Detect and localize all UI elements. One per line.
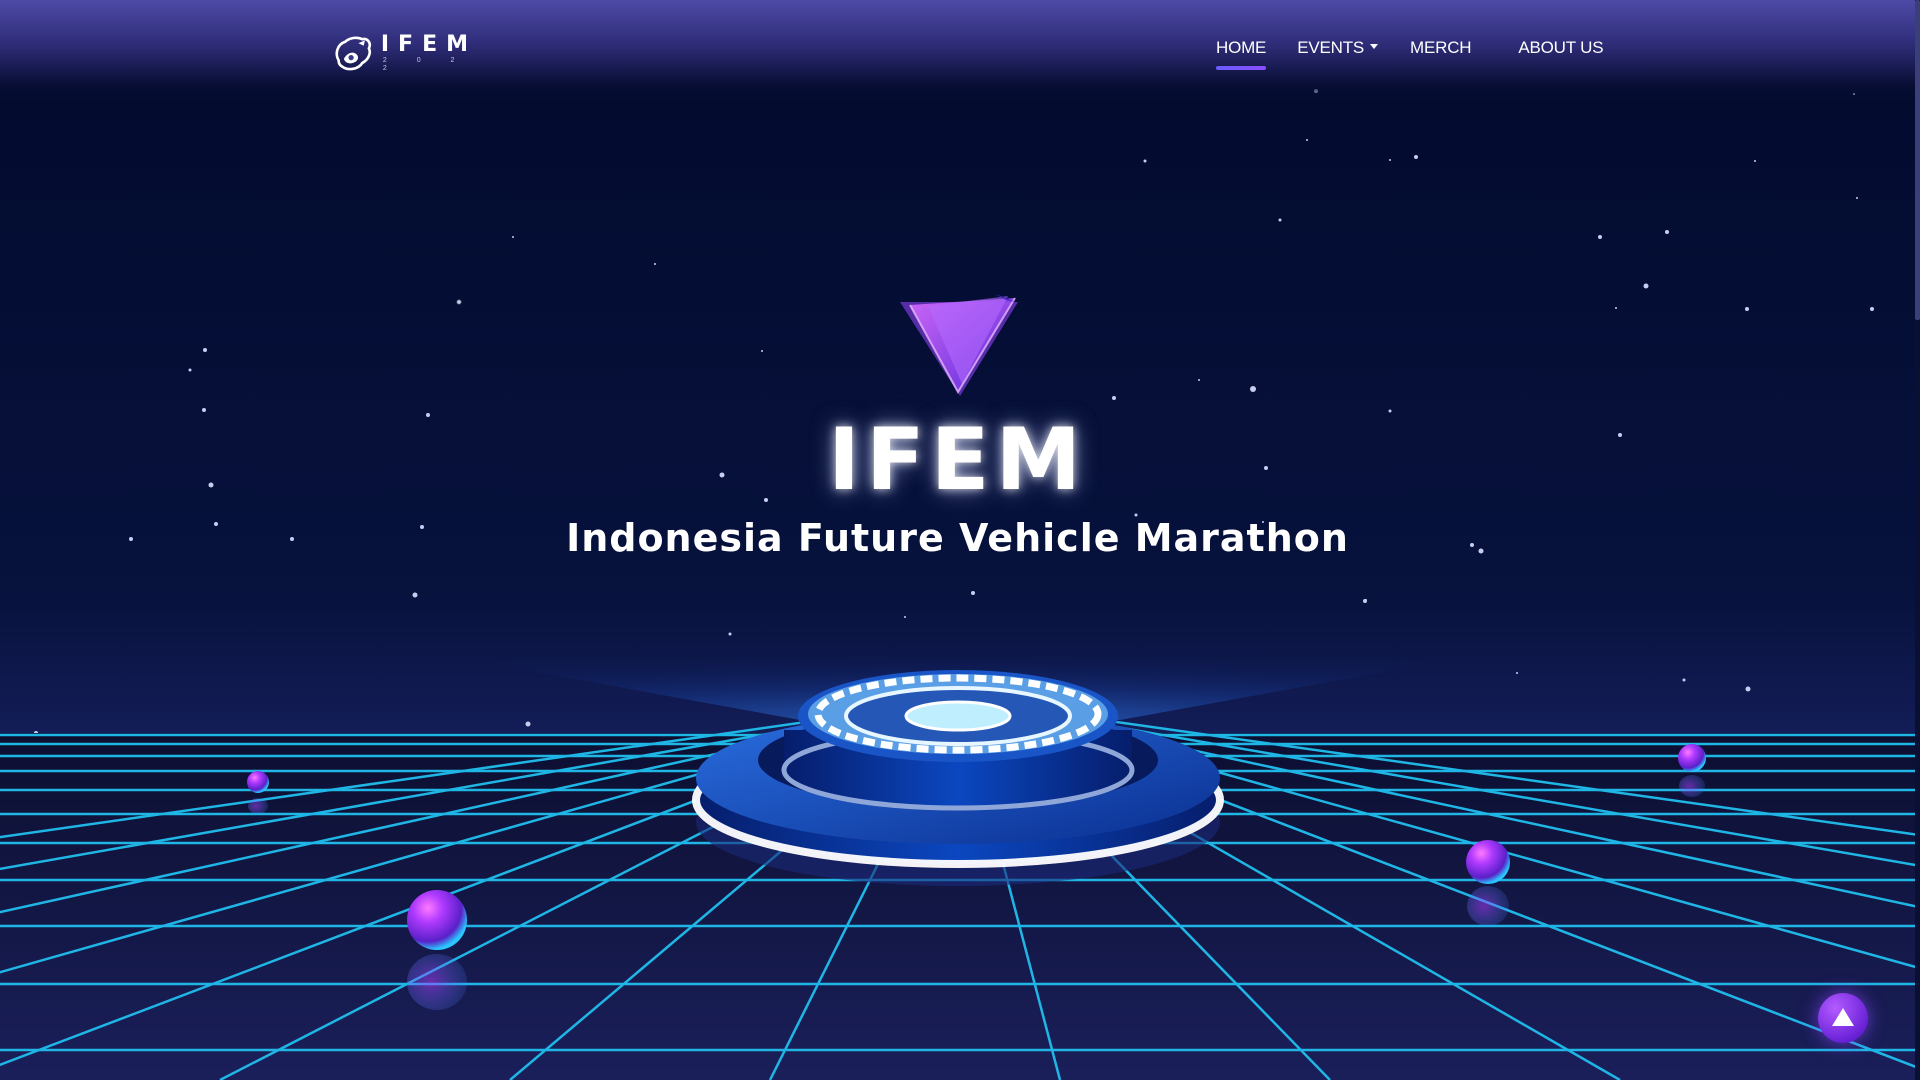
scroll-to-top-button[interactable] <box>1818 993 1868 1043</box>
logo-wordmark: IFEM <box>380 32 477 57</box>
top-navbar: IFEM 2 0 2 2 HOME EVENTS MERCH ABOUT US <box>0 0 1915 100</box>
scrollbar-thumb[interactable] <box>1915 0 1920 320</box>
nav-events-label: EVENTS <box>1297 38 1365 57</box>
logo-year: 2 0 2 2 <box>382 57 469 72</box>
caret-down-icon <box>1370 44 1379 50</box>
nav-events[interactable]: EVENTS <box>1297 38 1379 58</box>
hero-title: IFEM <box>827 410 1088 510</box>
scrollbar[interactable] <box>1915 0 1920 1080</box>
hero-subtitle: Indonesia Future Vehicle Marathon <box>566 516 1349 560</box>
nav-about-us[interactable]: ABOUT US <box>1518 38 1603 58</box>
nav-merch[interactable]: MERCH <box>1410 38 1472 58</box>
logo[interactable]: IFEM 2 0 2 2 <box>332 24 477 82</box>
nav-home[interactable]: HOME <box>1216 38 1267 70</box>
main-nav: HOME EVENTS MERCH ABOUT US <box>1216 38 1604 70</box>
ifem-logo-icon <box>335 36 372 71</box>
arrow-up-triangle-icon <box>1832 1008 1854 1026</box>
